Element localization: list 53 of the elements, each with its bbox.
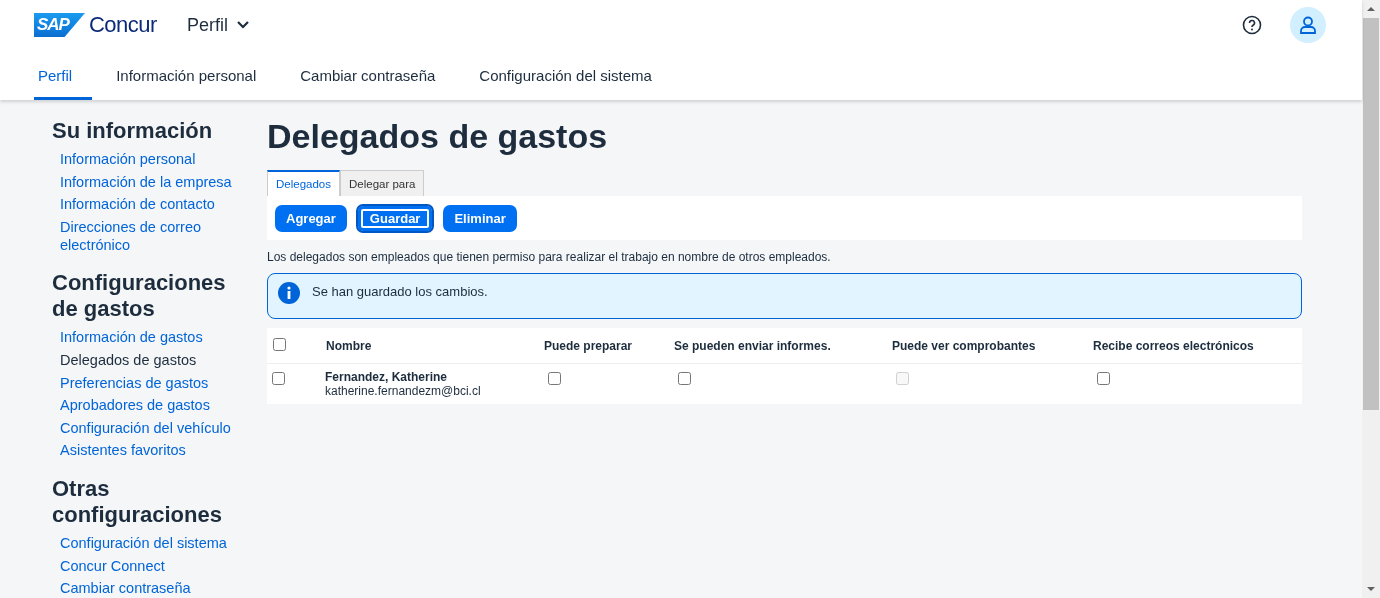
column-header: Nombre	[326, 338, 372, 353]
help-icon[interactable]	[1242, 15, 1262, 35]
logo-mark: SAP	[34, 13, 85, 37]
sidebar-link[interactable]: Aprobadores de gastos	[60, 396, 240, 415]
tab[interactable]: Delegar para	[340, 170, 425, 196]
column-header: Se pueden enviar informes.	[674, 338, 831, 353]
action-button[interactable]: Guardar	[355, 203, 435, 233]
page-title: Delegados de gastos	[267, 118, 609, 154]
logo[interactable]: SAP Concur	[34, 12, 157, 38]
sidebar-link[interactable]: Configuración del vehículo	[60, 418, 240, 437]
action-button[interactable]: Agregar	[275, 204, 347, 232]
sidebar-link[interactable]: Direcciones de correo electrónico	[60, 217, 240, 254]
tab[interactable]: Delegados	[267, 170, 340, 196]
user-avatar[interactable]	[1290, 7, 1326, 43]
row-checkbox[interactable]	[272, 372, 285, 385]
message-text: Se han guardado los cambios.	[312, 284, 488, 299]
sidebar-link[interactable]: Preferencias de gastos	[60, 373, 240, 392]
person-icon	[1299, 16, 1317, 34]
scrollbar[interactable]	[1362, 0, 1380, 598]
scroll-thumb[interactable]	[1363, 18, 1379, 410]
sidebar-link[interactable]: Información de la empresa	[60, 172, 240, 191]
select-all-checkbox[interactable]	[273, 337, 286, 351]
sidebar-link[interactable]: Concur Connect	[60, 556, 240, 575]
column-header: Recibe correos electrónicos	[1093, 338, 1254, 353]
permission-checkbox[interactable]	[678, 372, 691, 385]
profile-menu[interactable]: Perfil	[186, 14, 250, 36]
sidebar-link[interactable]: Información personal	[60, 150, 240, 168]
delegate-name: Fernandez, Katherine	[325, 370, 449, 384]
nav-tab[interactable]: Configuración del sistema	[475, 50, 672, 100]
nav-tab[interactable]: Información personal	[112, 50, 277, 100]
column-header: Puede ver comprobantes	[892, 338, 1036, 353]
info-icon	[278, 282, 300, 304]
scroll-down-icon[interactable]	[1367, 586, 1375, 592]
sidebar-heading: Otras configuraciones	[52, 475, 223, 528]
scroll-up-icon[interactable]	[1367, 6, 1375, 12]
permission-checkbox[interactable]	[548, 372, 561, 385]
nav-tab[interactable]: Perfil	[34, 50, 93, 100]
action-button[interactable]: Eliminar	[443, 204, 517, 232]
sidebar-link[interactable]: Configuración del sistema	[60, 533, 240, 552]
permission-checkbox[interactable]	[1097, 372, 1110, 385]
sidebar-link[interactable]: Información de contacto	[60, 195, 240, 214]
delegate-email: katherine.fernandezm@bci.cl	[325, 384, 482, 398]
sidebar-link[interactable]: Cambiar contraseña	[60, 579, 240, 598]
sidebar-link[interactable]: Delegados de gastos	[60, 350, 240, 369]
nav-tab[interactable]: Cambiar contraseña	[296, 50, 456, 100]
sidebar-link[interactable]: Asistentes favoritos	[60, 441, 240, 460]
description-text: Los delegados son empleados que tienen permiso para realizar el trabajo en nombre de otros empleados.	[267, 250, 832, 264]
chevron-down-icon	[235, 20, 250, 30]
column-header: Puede preparar	[544, 338, 633, 353]
sidebar-link[interactable]: Información de gastos	[60, 328, 240, 347]
sidebar-heading: Su información	[52, 118, 214, 144]
sidebar-heading: Configuraciones de gastos	[52, 270, 227, 323]
logo-text: Concur	[88, 12, 157, 38]
